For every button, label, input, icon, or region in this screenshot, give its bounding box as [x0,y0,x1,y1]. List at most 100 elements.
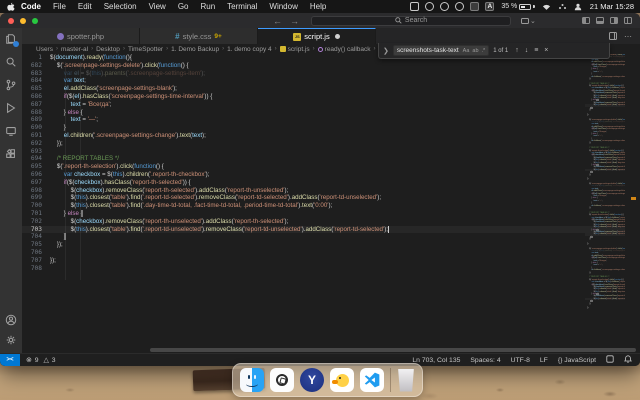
line-number[interactable]: 696 [22,171,48,179]
code-line-698[interactable]: 698 $(checkbox).removeClass('report-th-s… [22,187,640,195]
forward-button[interactable]: → [290,16,299,26]
code-line-684[interactable]: 684 var text; [22,77,640,85]
line-number[interactable]: 698 [22,187,48,195]
activity-bar-source-control-icon[interactable] [4,78,18,92]
activity-bar-extensions-icon[interactable] [4,147,18,161]
code-line-689[interactable]: 689 text = '—'; [22,116,640,124]
command-center-search[interactable]: Search [311,15,511,26]
activity-bar-settings-icon[interactable] [4,333,18,347]
line-number[interactable]: 682 [22,62,48,70]
prev-match-icon[interactable]: ↑ [514,47,520,54]
split-editor-icon[interactable] [609,32,617,40]
line-number[interactable]: 686 [22,93,48,101]
code-line-694[interactable]: 694 /* REPORT TABLES */ [22,155,640,163]
line-number[interactable]: 688 [22,109,48,117]
whole-word-icon[interactable]: ab [472,48,478,54]
status-[interactable]: {} JavaScript [558,357,596,364]
activity-bar-explorer-icon[interactable] [4,32,19,47]
toggle-replace-icon[interactable]: ❯ [383,47,389,55]
breadcrumb-item[interactable]: TimeSpotter [128,46,163,53]
wifi-icon[interactable] [542,2,551,11]
line-number[interactable]: 690 [22,124,48,132]
keyboard-layout-b-icon[interactable] [470,2,480,11]
line-number[interactable]: 695 [22,163,48,171]
code-line-685[interactable]: 685 el.addClass('screenpage-settings-bla… [22,85,640,93]
menubar-item-go[interactable]: Go [172,2,195,11]
activity-bar-remote-explorer-icon[interactable] [4,124,18,138]
activity-bar-accounts-icon[interactable] [4,313,18,327]
customize-layout-icon[interactable] [624,17,632,24]
code-line-708[interactable]: 708 [22,265,640,273]
find-in-selection-icon[interactable]: ≡ [533,47,539,54]
regex-icon[interactable]: .* [482,48,486,54]
line-number[interactable]: 683 [22,70,48,78]
menubar-item-edit[interactable]: Edit [72,2,98,11]
match-case-icon[interactable]: Aa [463,48,470,54]
code-line-688[interactable]: 688 } else { [22,109,640,117]
breadcrumb-item[interactable]: 1. Demo Backup [171,46,219,53]
screencast-icon[interactable]: ⌄ [521,17,536,25]
status-lf[interactable]: LF [540,357,548,364]
dock-chatgpt-icon[interactable] [270,368,294,392]
tab-style-css[interactable]: # style.css 9+ [140,28,258,44]
line-number[interactable]: 700 [22,202,48,210]
code-line-699[interactable]: 699 $(this).closest('table').find('.repo… [22,194,640,202]
tab-spotter-php[interactable]: spotter.php [22,28,140,44]
breadcrumb-item[interactable]: master-al [61,46,88,53]
line-number[interactable]: 704 [22,233,48,241]
more-actions-icon[interactable]: ⋯ [624,32,632,41]
menubar-item-terminal[interactable]: Terminal [221,2,263,11]
toggle-panel-icon[interactable] [596,17,604,24]
code-line-706[interactable]: 706 [22,249,640,257]
find-input[interactable]: screenshots-task-text Aa ab .* [392,45,490,56]
dock-vscode-icon[interactable] [360,368,384,392]
code-line-690[interactable]: 690 } [22,124,640,132]
line-number[interactable]: 703 [22,226,48,234]
code-line-693[interactable]: 693 [22,148,640,156]
dock-yandex-browser-icon[interactable]: Y [300,368,324,392]
code-line-700[interactable]: 700 $(this).closest('table').find('.day-… [22,202,640,210]
menubar-item-selection[interactable]: Selection [98,2,143,11]
menubar-item-window[interactable]: Window [263,2,303,11]
breadcrumb-item[interactable]: script.js [279,46,310,53]
menubar-item-help[interactable]: Help [304,2,332,11]
code-line-696[interactable]: 696 var checkbox = $(this).children('.re… [22,171,640,179]
code-line-707[interactable]: 707}); [22,257,640,265]
menubar-item-run[interactable]: Run [194,2,221,11]
status-ln[interactable]: Ln 703, Col 135 [412,357,460,364]
overview-ruler[interactable] [625,54,640,346]
dots-icon[interactable] [558,2,567,11]
line-number[interactable]: 705 [22,241,48,249]
code-line-705[interactable]: 705 }); [22,241,640,249]
tab-script-js[interactable]: JS script.js [258,28,376,44]
apple-menu-icon[interactable] [6,2,15,11]
status-spaces[interactable]: Spaces: 4 [470,357,500,364]
breadcrumb-item[interactable]: 1. demo copy 4 [227,46,271,53]
code-line-695[interactable]: 695 $('.report-th-selection').click(func… [22,163,640,171]
line-number[interactable]: 693 [22,148,48,156]
line-number[interactable]: 694 [22,155,48,163]
toggle-secondary-sidebar-icon[interactable] [610,17,618,24]
sync-icon[interactable] [455,2,465,11]
menubar-app-name[interactable]: Code [15,2,47,11]
code-lines[interactable]: 1 $(document).ready(function(){682 $('.sc… [22,54,640,272]
window-titlebar[interactable]: ← → Search ⌄ [0,13,640,28]
user-icon[interactable] [574,2,583,11]
activity-bar-search-icon[interactable] [4,55,18,69]
line-number[interactable]: 699 [22,194,48,202]
toggle-primary-sidebar-icon[interactable] [582,17,590,24]
minimap[interactable]: $('.screenpage-settings-delete').click(f… [585,54,625,346]
code-line-703[interactable]: 703 $(this).closest('table').find('.repo… [22,225,640,234]
breadcrumb-item[interactable]: Desktop [96,46,120,53]
line-number[interactable]: 1 [22,54,48,62]
horizontal-scrollbar[interactable] [150,348,636,352]
code-editor[interactable]: 1 $(document).ready(function(){682 $('.sc… [22,54,640,346]
problems-indicator[interactable]: ⊗ 9 △ 3 [26,356,56,365]
line-number[interactable]: 685 [22,85,48,93]
next-match-icon[interactable]: ↓ [524,47,530,54]
battery-indicator[interactable]: 35 % [501,3,535,10]
browser-icon[interactable] [425,2,435,11]
menubar-item-view[interactable]: View [143,2,172,11]
code-line-697[interactable]: 697 if($(checkbox).hasClass('report-th-s… [22,179,640,187]
remote-indicator[interactable]: >< [0,354,20,366]
